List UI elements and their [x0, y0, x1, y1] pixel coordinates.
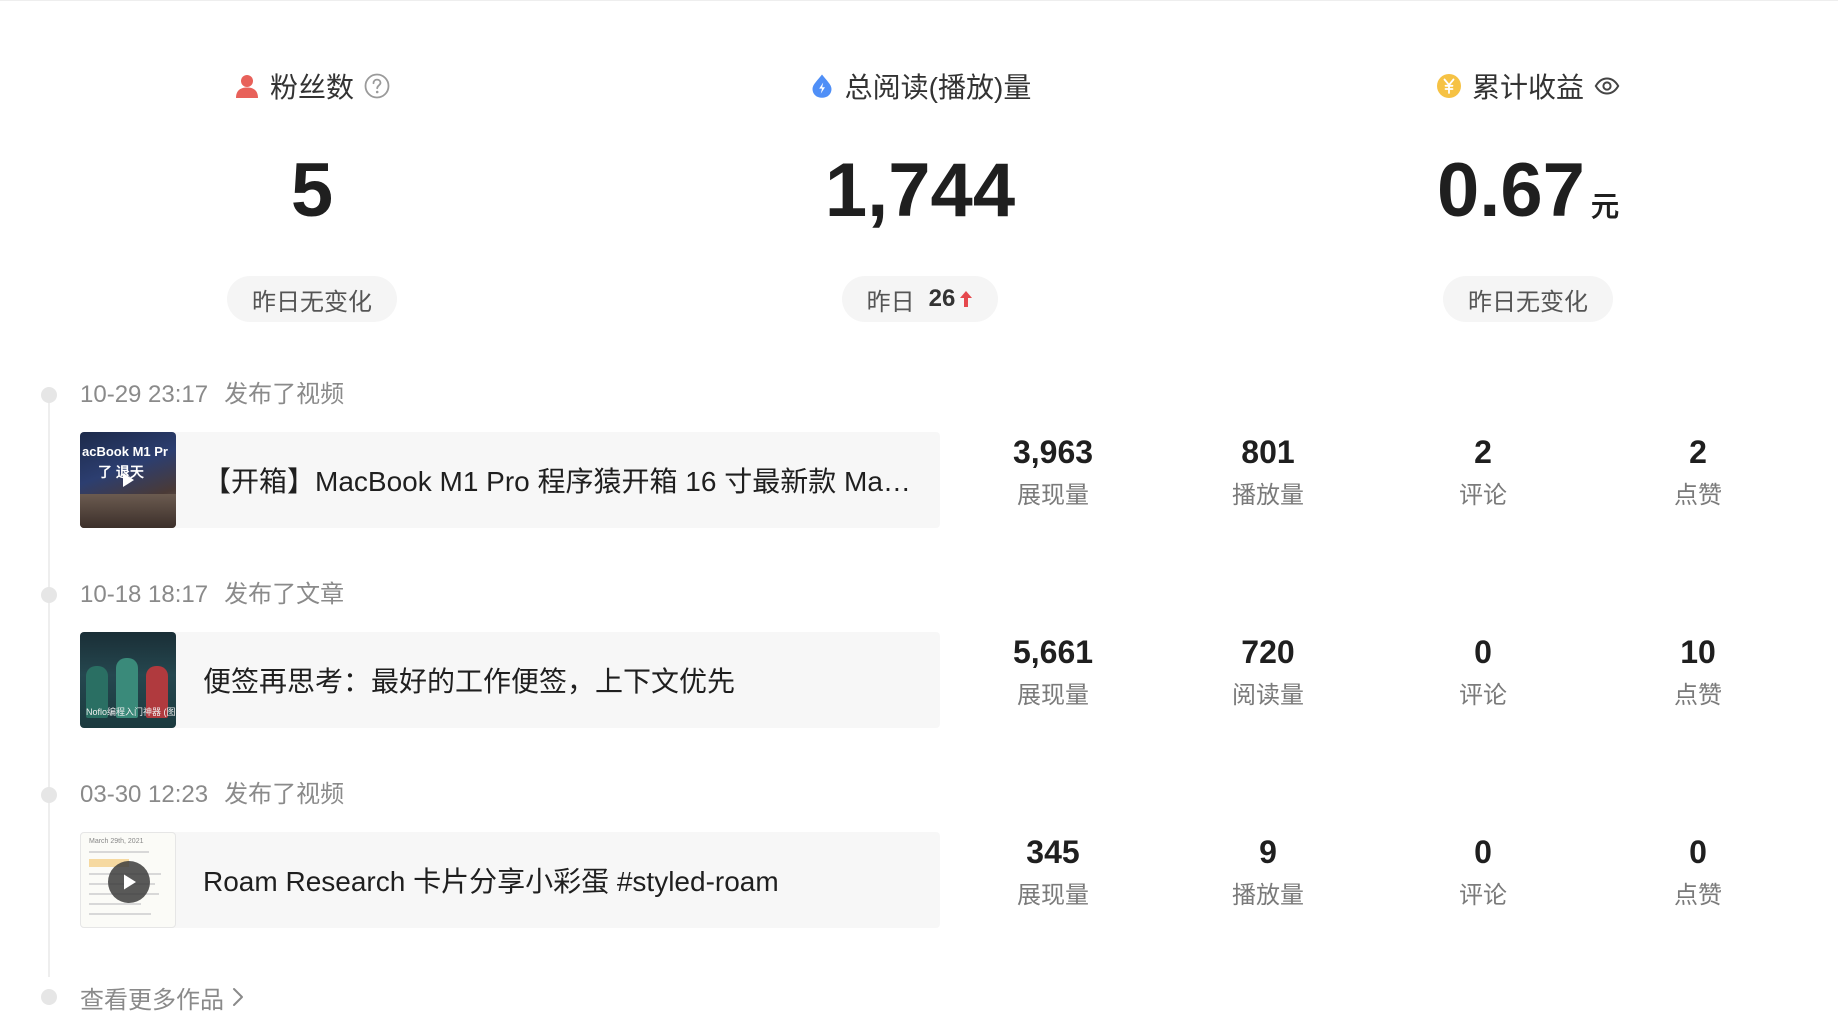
- metric-label: 点赞: [1674, 682, 1722, 709]
- thumbnail-line: [89, 851, 149, 853]
- timeline-dot: [41, 787, 57, 803]
- stat-income-change: 昨日无变化: [1443, 276, 1613, 322]
- timeline-time: 10-18 18:17: [80, 581, 209, 608]
- metric-value: 0: [1689, 834, 1707, 870]
- metric-value: 0: [1474, 634, 1492, 670]
- timeline-dot: [41, 989, 57, 1005]
- timeline-item-header: 10-29 23:17 发布了视频: [80, 378, 344, 412]
- metric-value: 2: [1689, 434, 1707, 470]
- metric-reads: 720 阅读量: [1198, 632, 1338, 712]
- metric-value: 2: [1474, 434, 1492, 470]
- stat-reads: 总阅读(播放)量 1,744 昨日 26: [710, 62, 1130, 322]
- timeline-action: 发布了文章: [224, 581, 345, 608]
- timeline-item-header: 10-18 18:17 发布了文章: [80, 578, 344, 612]
- stat-reads-label: 总阅读(播放)量: [844, 72, 1032, 103]
- metric-impressions: 3,963 展现量: [983, 432, 1123, 512]
- thumbnail-text: March 29th, 2021: [89, 838, 144, 845]
- video-thumbnail[interactable]: acBook M1 Pr 了 退天: [80, 432, 176, 528]
- metric-label: 展现量: [1017, 482, 1089, 509]
- work-title[interactable]: 便签再思考：最好的工作便签，上下文优先: [203, 660, 735, 700]
- metric-label: 播放量: [1232, 882, 1304, 909]
- metric-plays: 9 播放量: [1198, 832, 1338, 912]
- metric-plays: 801 播放量: [1198, 432, 1338, 512]
- stat-reads-header: 总阅读(播放)量: [809, 62, 1032, 110]
- stat-income-value: 0.67 元: [1437, 148, 1619, 234]
- thumbnail-scene: [80, 494, 176, 528]
- stat-fans-label: 粉丝数: [269, 72, 354, 103]
- metric-likes: 0 点赞: [1628, 832, 1768, 912]
- metric-impressions: 5,661 展现量: [983, 632, 1123, 712]
- metric-label: 评论: [1459, 682, 1507, 709]
- thumbnail-line: [89, 903, 141, 905]
- stat-reads-change-label: 昨日: [866, 288, 915, 316]
- metric-value: 10: [1680, 634, 1716, 670]
- metric-value: 3,963: [1012, 434, 1094, 470]
- stat-income: 累计收益 0.67 元 昨日无变化: [1318, 62, 1738, 322]
- timeline-line: [48, 402, 50, 977]
- stat-income-label: 累计收益: [1471, 72, 1584, 103]
- view-more-link[interactable]: 查看更多作品: [80, 980, 244, 1014]
- stat-income-unit: 元: [1590, 191, 1619, 222]
- metric-label: 展现量: [1017, 682, 1089, 709]
- metric-value: 345: [1026, 834, 1080, 870]
- metric-label: 展现量: [1017, 882, 1089, 909]
- metric-comments: 0 评论: [1413, 832, 1553, 912]
- stat-fans-change: 昨日无变化: [227, 276, 397, 322]
- work-title[interactable]: Roam Research 卡片分享小彩蛋 #styled-roam: [203, 860, 779, 900]
- arrow-up-icon: [959, 290, 973, 308]
- video-thumbnail[interactable]: March 29th, 2021: [80, 832, 176, 928]
- timeline-item-header: 03-30 12:23 发布了视频: [80, 778, 344, 812]
- metric-comments: 2 评论: [1413, 432, 1553, 512]
- view-more-label: 查看更多作品: [80, 986, 224, 1014]
- metric-likes: 10 点赞: [1628, 632, 1768, 712]
- article-thumbnail[interactable]: Noflo编程入门神器 (图: [80, 632, 176, 728]
- thumbnail-text: acBook M1 Pr: [82, 444, 168, 459]
- work-card[interactable]: acBook M1 Pr 了 退天 【开箱】MacBook M1 Pro 程序猿…: [80, 432, 940, 528]
- metric-likes: 2 点赞: [1628, 432, 1768, 512]
- thumbnail-line: [89, 913, 151, 915]
- metric-label: 评论: [1459, 482, 1507, 509]
- flame-drop-icon: [809, 73, 835, 99]
- metric-value: 5,661: [1012, 634, 1094, 670]
- timeline-dot: [41, 587, 57, 603]
- metric-value: 720: [1241, 634, 1295, 670]
- metric-label: 阅读量: [1232, 682, 1304, 709]
- metric-comments: 0 评论: [1413, 632, 1553, 712]
- stat-fans-header: 粉丝数: [234, 62, 390, 110]
- timeline-dot: [41, 387, 57, 403]
- work-card[interactable]: Noflo编程入门神器 (图 便签再思考：最好的工作便签，上下文优先: [80, 632, 940, 728]
- question-circle-icon[interactable]: [364, 73, 390, 99]
- stat-fans-value: 5: [290, 148, 334, 233]
- metric-label: 评论: [1459, 882, 1507, 909]
- metric-value: 9: [1259, 834, 1277, 870]
- metric-label: 点赞: [1674, 482, 1722, 509]
- stat-fans: 粉丝数 5 昨日无变化: [102, 62, 522, 322]
- metric-label: 播放量: [1232, 482, 1304, 509]
- work-title[interactable]: 【开箱】MacBook M1 Pro 程序猿开箱 16 寸最新款 MacBook…: [203, 460, 913, 500]
- stat-reads-value: 1,744: [824, 148, 1016, 233]
- yuan-coin-icon: [1436, 73, 1462, 99]
- play-icon[interactable]: [118, 470, 138, 490]
- metric-impressions: 345 展现量: [983, 832, 1123, 912]
- thumbnail-text: Noflo编程入门神器 (图: [86, 707, 176, 717]
- metric-value: 801: [1241, 434, 1295, 470]
- eye-icon[interactable]: [1594, 73, 1620, 99]
- top-divider: [0, 0, 1838, 1]
- metric-value: 0: [1474, 834, 1492, 870]
- stat-reads-change: 昨日 26: [841, 276, 999, 322]
- timeline-time: 03-30 12:23: [80, 781, 209, 808]
- metric-label: 点赞: [1674, 882, 1722, 909]
- stat-reads-change-value: 26: [928, 285, 956, 312]
- timeline-time: 10-29 23:17: [80, 381, 209, 408]
- chevron-right-icon: [232, 987, 244, 1007]
- stat-income-header: 累计收益: [1436, 62, 1620, 110]
- work-card[interactable]: March 29th, 2021 Roam Research 卡片分享小彩蛋 #…: [80, 832, 940, 928]
- timeline-action: 发布了视频: [224, 381, 345, 408]
- user-icon: [234, 73, 260, 99]
- timeline-action: 发布了视频: [224, 781, 345, 808]
- play-icon[interactable]: [108, 861, 150, 903]
